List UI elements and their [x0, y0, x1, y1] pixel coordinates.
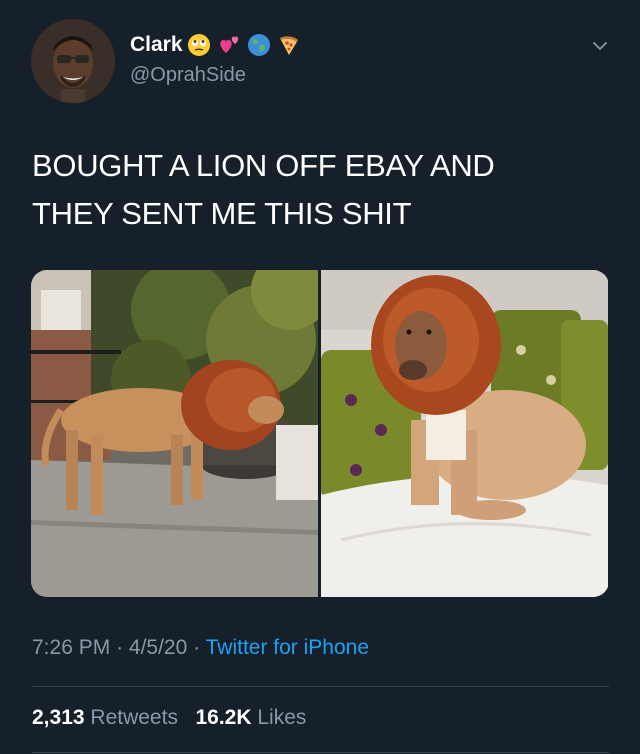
likes-label: Likes: [257, 706, 307, 729]
tweet-stats-row: 2,313 Retweets 16.2K Likes: [32, 706, 306, 730]
tweet-text-line-2: THEY SENT ME THIS SHIT: [32, 196, 412, 231]
user-name-row[interactable]: Clark: [130, 31, 307, 59]
eye-roll-emoji-icon: [187, 33, 211, 57]
chevron-down-icon[interactable]: [590, 36, 610, 56]
media-photo-2[interactable]: [321, 270, 608, 597]
tweet-time[interactable]: 7:26 PM: [32, 636, 110, 659]
tweet-timestamp-row: 7:26 PM · 4/5/20 · Twitter for iPhone: [32, 636, 369, 660]
tweet-text-line-1: BOUGHT A LION OFF EBAY AND: [32, 148, 495, 183]
tweet-text: BOUGHT A LION OFF EBAY AND THEY SENT ME …: [32, 142, 612, 238]
tweet-source-link[interactable]: Twitter for iPhone: [206, 636, 369, 659]
media-photo-1[interactable]: [31, 270, 318, 597]
user-handle[interactable]: @OprahSide: [130, 64, 246, 87]
display-name[interactable]: Clark: [130, 33, 183, 57]
avatar[interactable]: [31, 19, 115, 103]
two-hearts-emoji-icon: [217, 33, 241, 57]
retweets-stat[interactable]: 2,313 Retweets: [32, 706, 178, 729]
divider: [32, 752, 609, 753]
tweet-detail: Clark @OprahSide BOUGHT A LION OFF EBAY …: [0, 0, 640, 754]
globe-emoji-icon: [247, 33, 271, 57]
retweets-count: 2,313: [32, 706, 85, 729]
divider: [32, 686, 609, 687]
likes-count: 16.2K: [195, 706, 252, 729]
pizza-emoji-icon: [277, 33, 301, 57]
meta-separator: ·: [193, 636, 201, 659]
tweet-media: [31, 270, 609, 597]
retweets-label: Retweets: [90, 706, 178, 729]
likes-stat[interactable]: 16.2K Likes: [195, 706, 306, 729]
tweet-date[interactable]: 4/5/20: [129, 636, 187, 659]
meta-separator: ·: [116, 636, 124, 659]
